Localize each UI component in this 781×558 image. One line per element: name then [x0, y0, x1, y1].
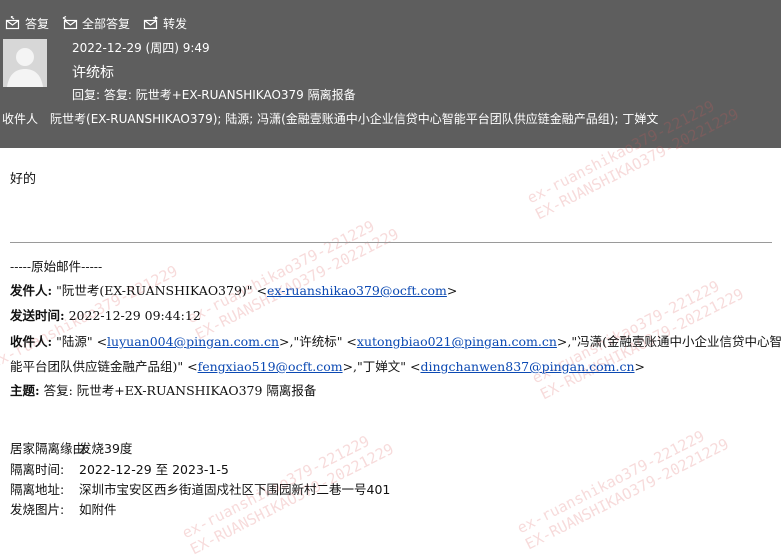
to-name: >,"丁婵文" < — [342, 359, 421, 374]
sender-name[interactable]: 许统标 — [72, 62, 114, 82]
avatar — [3, 39, 47, 87]
field-key: 隔离时间: — [10, 462, 65, 477]
reply-icon — [5, 16, 20, 30]
to-name: >,"许统标" < — [279, 334, 357, 349]
field-key: 发烧图片: — [10, 502, 65, 517]
original-message-header: -----原始邮件----- — [10, 259, 103, 274]
original-sent-line: 发送时间: 2022-12-29 09:44:12 — [10, 305, 201, 324]
to-email-link[interactable]: luyuan004@pingan.com.cn — [107, 334, 279, 349]
field-row: 隔离时间: 2022-12-29 至 2023-1-5 — [10, 459, 229, 478]
watermark-text: ex-ruanshikao379-221229 — [184, 216, 378, 328]
field-value: 发烧39度 — [79, 441, 133, 456]
reply-all-icon — [62, 16, 78, 30]
watermark: ex-ruanshikao379-221229 EX-RUANSHIKAO379-… — [514, 419, 732, 554]
original-to-line-cont: 能平台团队供应链金融产品组)" <fengxiao519@ocft.com>,"… — [10, 356, 645, 375]
divider — [10, 242, 772, 243]
watermark-text: ex-ruanshikao379-221229 — [514, 426, 708, 538]
field-key: 居家隔离缘由: — [10, 441, 90, 456]
forward-icon — [143, 16, 159, 30]
forward-button[interactable]: 转发 — [143, 15, 187, 32]
recipients-line: 收件人 阮世考(EX-RUANSHIKAO379); 陆源; 冯潇(金融壹账通中小… — [2, 110, 658, 127]
reply-button[interactable]: 答复 — [5, 15, 49, 32]
message-header: 答复 全部答复 转发 2022-12-29 (周四) 9:49 许统标 回复: … — [0, 0, 781, 148]
from-tail: > — [446, 283, 458, 298]
watermark-text: EX-RUANSHIKAO379-20221229 — [522, 434, 732, 554]
from-label: 发件人: — [10, 283, 53, 298]
message-body: ex-ruanshikao379-221229 EX-RUANSHIKAO379-… — [0, 97, 781, 558]
original-from-line: 发件人: "阮世考(EX-RUANSHIKAO379)" <ex-ruanshi… — [10, 280, 457, 299]
person-icon — [3, 39, 47, 87]
sent-value: 2022-12-29 09:44:12 — [64, 308, 201, 323]
message-subject: 回复: 答复: 阮世考+EX-RUANSHIKAO379 隔离报备 — [72, 88, 356, 102]
field-key: 隔离地址: — [10, 482, 65, 497]
message-date: 2022-12-29 (周四) 9:49 — [72, 41, 210, 55]
reply-all-label: 全部答复 — [82, 16, 131, 31]
field-value: 深圳市宝安区西乡街道固戍社区下围园新村二巷一号401 — [79, 482, 391, 497]
reply-text: 好的 — [10, 172, 37, 187]
watermark: ex-ruanshikao379-221229 EX-RUANSHIKAO379-… — [184, 209, 402, 343]
from-name: "阮世考(EX-RUANSHIKAO379)" < — [52, 283, 267, 298]
sent-label: 发送时间: — [10, 308, 65, 323]
reply-all-button[interactable]: 全部答复 — [62, 15, 130, 32]
watermark-text: EX-RUANSHIKAO379-20221229 — [187, 439, 397, 558]
forward-label: 转发 — [163, 16, 188, 31]
field-row: 隔离地址: 深圳市宝安区西乡街道固戍社区下围园新村二巷一号401 — [10, 479, 390, 498]
to-label: 收件人: — [10, 334, 53, 349]
field-row: 居家隔离缘由:发烧39度 — [10, 438, 132, 457]
field-value: 2022-12-29 至 2023-1-5 — [79, 462, 229, 477]
to-tail: > — [634, 359, 646, 374]
reply-label: 答复 — [25, 16, 50, 31]
original-subject-line: 主题: 答复: 阮世考+EX-RUANSHIKAO379 隔离报备 — [10, 380, 316, 399]
subject-value: 答复: 阮世考+EX-RUANSHIKAO379 隔离报备 — [39, 383, 317, 398]
field-value: 如附件 — [79, 502, 117, 517]
to-name: 能平台团队供应链金融产品组)" < — [10, 359, 198, 374]
to-email-link[interactable]: fengxiao519@ocft.com — [198, 359, 343, 374]
to-email-link[interactable]: xutongbiao021@pingan.com.cn — [357, 334, 557, 349]
recipients-label: 收件人 — [2, 112, 39, 126]
from-email-link[interactable]: ex-ruanshikao379@ocft.com — [267, 283, 447, 298]
field-row: 发烧图片: 如附件 — [10, 499, 117, 518]
to-name: >,"冯潇(金融壹账通中小企业信贷中心智 — [556, 334, 781, 349]
original-to-line: 收件人: "陆源" <luyuan004@pingan.com.cn>,"许统标… — [10, 331, 781, 350]
to-email-link[interactable]: dingchanwen837@pingan.com.cn — [420, 359, 634, 374]
subject-label: 主题: — [10, 383, 40, 398]
recipients-list[interactable]: 阮世考(EX-RUANSHIKAO379); 陆源; 冯潇(金融壹账通中小企业信… — [50, 112, 658, 126]
to-name: "陆源" < — [52, 334, 108, 349]
toolbar: 答复 全部答复 转发 — [0, 12, 195, 34]
